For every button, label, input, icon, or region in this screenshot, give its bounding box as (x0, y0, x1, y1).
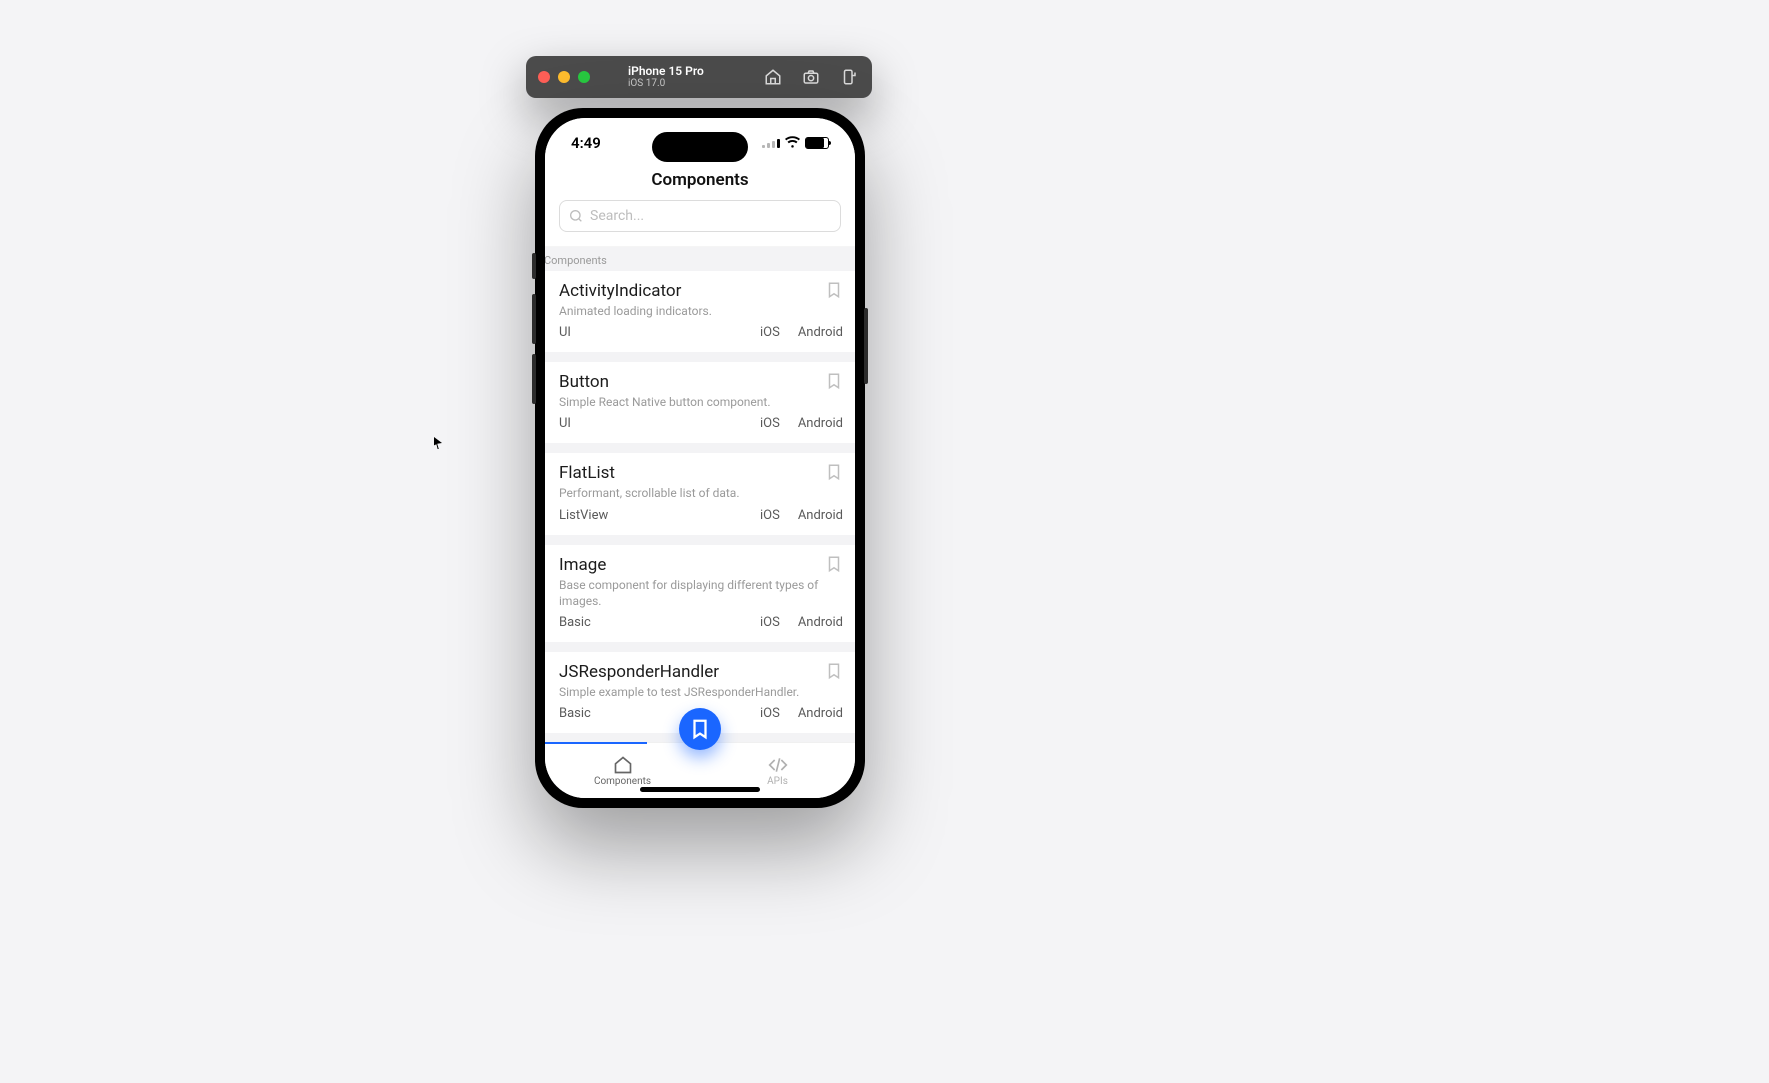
screenshot-icon[interactable] (802, 68, 820, 86)
component-tags: UI iOS Android (559, 325, 843, 340)
status-time: 4:49 (571, 134, 601, 152)
search-placeholder: Search... (590, 208, 644, 224)
components-scrollview[interactable]: Components ActivityIndicator Animated loa… (545, 248, 855, 742)
component-category: UI (559, 325, 571, 340)
side-button (864, 308, 868, 384)
tab-components[interactable]: Components (545, 755, 700, 787)
section-header: Components (545, 248, 855, 271)
navigation-header: Components Search... (545, 168, 855, 247)
search-icon (568, 208, 584, 224)
bookmark-icon (825, 281, 843, 299)
minimize-window-button[interactable] (558, 71, 570, 83)
tab-components-label: Components (594, 776, 651, 787)
wifi-icon (785, 134, 800, 152)
window-controls (538, 71, 590, 83)
battery-icon (805, 137, 829, 149)
bookmark-button[interactable] (825, 555, 845, 575)
platform-ios: iOS (760, 416, 780, 431)
volume-up-button (532, 294, 536, 344)
component-category: ListView (559, 508, 608, 523)
page-title: Components (559, 170, 841, 190)
component-description: Base component for displaying different … (559, 577, 843, 609)
bookmark-icon (825, 662, 843, 680)
bookmark-icon (689, 718, 711, 740)
component-row[interactable]: Button Simple React Native button compone… (545, 362, 855, 443)
bookmark-icon (825, 555, 843, 573)
volume-down-button (532, 354, 536, 404)
simulator-title: iPhone 15 Pro iOS 17.0 (628, 65, 704, 89)
component-row[interactable]: ImageBase component for displaying diffe… (545, 545, 855, 642)
component-title: Button (559, 372, 843, 392)
platform-ios: iOS (760, 706, 780, 721)
bookmark-button[interactable] (825, 463, 845, 483)
cellular-icon (762, 139, 780, 148)
bookmark-button[interactable] (825, 372, 845, 392)
platform-ios: iOS (760, 325, 780, 340)
close-window-button[interactable] (538, 71, 550, 83)
home-icon (613, 755, 633, 775)
component-title: Image (559, 555, 843, 575)
zoom-window-button[interactable] (578, 71, 590, 83)
platform-ios: iOS (760, 615, 780, 630)
bookmark-button[interactable] (825, 281, 845, 301)
component-tags: Basic iOS Android (559, 615, 843, 630)
component-description: Simple example to test JSResponderHandle… (559, 684, 843, 700)
home-indicator[interactable] (640, 787, 760, 792)
component-category: UI (559, 416, 571, 431)
platform-android: Android (798, 325, 843, 340)
bookmarks-fab[interactable] (679, 708, 721, 750)
component-category: Basic (559, 615, 591, 630)
component-description: Performant, scrollable list of data. (559, 485, 843, 501)
rotate-icon[interactable] (840, 68, 858, 86)
dynamic-island (652, 132, 748, 162)
component-title: FlatList (559, 463, 843, 483)
bookmark-icon (825, 463, 843, 481)
component-description: Animated loading indicators. (559, 303, 843, 319)
search-input[interactable]: Search... (559, 200, 841, 232)
bookmark-icon (825, 372, 843, 390)
simulator-titlebar[interactable]: iPhone 15 Pro iOS 17.0 (526, 56, 872, 98)
platform-android: Android (798, 416, 843, 431)
component-tags: UI iOS Android (559, 416, 843, 431)
platform-android: Android (798, 508, 843, 523)
platform-android: Android (798, 706, 843, 721)
component-tags: ListView iOS Android (559, 508, 843, 523)
component-description: Simple React Native button component. (559, 394, 843, 410)
component-title: ActivityIndicator (559, 281, 843, 301)
bookmark-button[interactable] (825, 662, 845, 682)
component-category: Basic (559, 706, 591, 721)
component-row[interactable]: FlatList Performant, scrollable list of d… (545, 453, 855, 534)
tab-indicator (545, 742, 647, 744)
code-icon (768, 755, 788, 775)
device-screen: 4:49 Components Search... Components Act… (545, 118, 855, 798)
component-row[interactable]: ActivityIndicator Animated loading indica… (545, 271, 855, 352)
platform-android: Android (798, 615, 843, 630)
simulator-os-version: iOS 17.0 (628, 78, 704, 89)
simulator-device-name: iPhone 15 Pro (628, 65, 704, 78)
component-title: JSResponderHandler (559, 662, 843, 682)
mute-switch (532, 253, 536, 279)
device-frame: 4:49 Components Search... Components Act… (535, 108, 865, 808)
tab-apis-label: APIs (767, 776, 788, 787)
tab-apis[interactable]: APIs (700, 755, 855, 787)
home-icon[interactable] (764, 68, 782, 86)
platform-ios: iOS (760, 508, 780, 523)
